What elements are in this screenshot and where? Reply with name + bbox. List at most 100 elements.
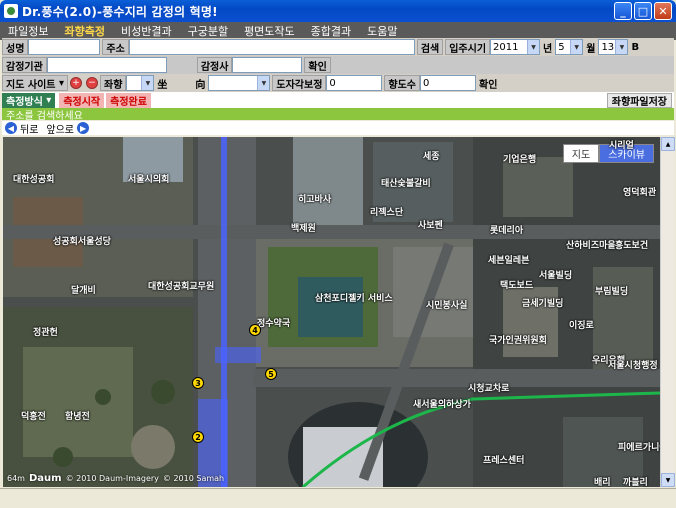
map-label: 피에르가니에르 (618, 443, 660, 453)
maximize-button[interactable]: □ (634, 2, 652, 20)
status-bar (0, 488, 676, 508)
back-link[interactable]: 뒤로 (20, 121, 38, 136)
marker-5[interactable]: 5 (265, 368, 277, 380)
search-button[interactable]: 검색 (416, 39, 444, 55)
map-label: 태산숯불갈비 (381, 179, 431, 189)
map-label: 산하비즈마을 (566, 241, 616, 251)
map-label: 영덕회관 (623, 188, 657, 198)
daum-logo: Daum (28, 473, 62, 484)
map-label: 정수약국 (257, 319, 291, 329)
map-label: 이징로 (569, 321, 594, 331)
menu-help[interactable]: 도움말 (367, 23, 397, 39)
marker-2[interactable]: 2 (192, 431, 204, 443)
zoom-out-icon[interactable]: − (86, 77, 98, 89)
map-label: 국가인권위원회 (489, 336, 547, 346)
map-label: 롯데리아 (490, 226, 524, 236)
menu-flying-star[interactable]: 비성반결과 (121, 23, 172, 39)
map-label: 새서울의하상가 (413, 400, 471, 410)
map-label: 시리얼 (609, 141, 634, 151)
confirm-toolbar-button[interactable]: 확인 (476, 76, 500, 91)
search-hint: 주소를 검색하세요 (2, 108, 674, 122)
map-label: 프레스센터 (483, 456, 525, 466)
map-label: 덕홍전 (21, 412, 46, 422)
map-type-map-button[interactable]: 지도 (562, 144, 600, 163)
xiang-select[interactable]: ▼ (208, 75, 271, 91)
map-copyright: 64m Daum © 2010 Daum-Imagery © 2010 Sama… (7, 473, 224, 484)
title-bar: Dr.풍수(2.0)-풍수지리 감정의 혁명! _ □ ✕ (0, 0, 676, 22)
map-label: 택도보드 (500, 281, 534, 291)
forward-arrow-icon[interactable]: ▶ (77, 122, 90, 134)
map-imagery (3, 137, 660, 487)
map-label: 사보펜 (418, 221, 443, 231)
name-label: 성명 (2, 39, 29, 55)
map-label: 정관헌 (33, 328, 58, 338)
xiang-label: 向 (195, 79, 206, 91)
scroll-down-icon[interactable]: ▼ (661, 473, 675, 487)
agency-input[interactable] (46, 57, 167, 73)
map-label: 부림빌딩 (595, 287, 629, 297)
month-select[interactable]: 5 ▼ (555, 39, 584, 55)
confirm-button[interactable]: 확인 (304, 57, 331, 73)
map-label: 서울시의회 (128, 175, 170, 185)
copyright-text-2: © 2010 Samah (162, 474, 225, 483)
map-label: 서울시청행정 (608, 361, 658, 371)
save-facing-file-button[interactable]: 좌향파일저장 (606, 92, 672, 108)
b-label: B (631, 41, 640, 53)
menu-floor-plan[interactable]: 평면도작도 (244, 23, 295, 39)
count-input[interactable]: 0 (420, 75, 477, 91)
map-label: 성공회서울성당 (53, 237, 111, 247)
app-icon (4, 4, 18, 18)
year-unit: 년 (543, 43, 553, 55)
scroll-up-icon[interactable]: ▲ (661, 137, 675, 151)
window-title: Dr.풍수(2.0)-풍수지리 감정의 혁명! (22, 4, 218, 19)
map-label: 달개비 (71, 286, 96, 296)
map-label: 대한성공회 (13, 175, 55, 185)
map-label: 까블리 (623, 478, 648, 487)
map-site-button[interactable]: 지도 사이트 ▾ (2, 75, 68, 91)
map-label: 세븐일레븐 (488, 256, 530, 266)
map-label: 세종 (423, 152, 440, 162)
map-label: 서울빌딩 (539, 271, 573, 281)
menu-nine-palace[interactable]: 구궁분할 (188, 23, 228, 39)
appraiser-label: 감정사 (196, 57, 233, 73)
zuo-label: 坐 (157, 79, 168, 91)
form-row-1: 성명 주소 검색 입주시기 2011 ▼ 년 5 ▼ 월 13 ▼ B (2, 38, 674, 56)
year-select[interactable]: 2011 ▼ (490, 39, 541, 55)
map-label: 삼천포디젤키 서비스 (315, 294, 393, 304)
magnetic-input[interactable]: 0 (326, 75, 383, 91)
address-input[interactable] (128, 39, 415, 55)
address-label: 주소 (102, 39, 129, 55)
marker-4[interactable]: 4 (249, 324, 261, 336)
measure-method-tab[interactable]: 측정방식 ▾ (2, 92, 56, 108)
nav-bar: ◀ 뒤로 앞으로 ▶ (2, 121, 674, 136)
map-label: 히고바사 (298, 195, 332, 205)
map-scale: 64m (7, 474, 25, 483)
close-button[interactable]: ✕ (654, 2, 672, 20)
map-label: 시청교차로 (468, 384, 510, 394)
marker-3[interactable]: 3 (192, 377, 204, 389)
satellite-map[interactable]: 지도 스카이뷰 대한성공회 서울시의회 성공회서울성당 달개비 대한성공회교무원… (3, 137, 660, 487)
appraiser-input[interactable] (232, 57, 303, 73)
menu-file-info[interactable]: 파일정보 (8, 23, 48, 39)
map-scrollbar[interactable]: ▲ ▼ (660, 137, 675, 487)
map-label: 금세기빌딩 (522, 299, 564, 309)
zoom-in-icon[interactable]: + (70, 77, 82, 89)
name-input[interactable] (28, 39, 101, 55)
measure-start-tab[interactable]: 측정시작 (59, 92, 105, 108)
form-row-2: 감정기관 감정사 확인 (2, 56, 674, 74)
back-arrow-icon[interactable]: ◀ (5, 122, 17, 134)
measure-done-tab[interactable]: 측정완료 (106, 92, 151, 108)
map-label: 시민봉사실 (426, 301, 468, 311)
forward-link[interactable]: 앞으로 (46, 121, 74, 136)
menu-summary[interactable]: 종합결과 (311, 23, 351, 39)
menu-facing-measure[interactable]: 좌향측정 (64, 23, 104, 39)
count-label: 향도수 (384, 75, 421, 91)
magnetic-label: 도자각보정 (272, 75, 327, 91)
facing-select[interactable]: ▼ (126, 75, 155, 91)
minimize-button[interactable]: _ (614, 2, 632, 20)
day-select[interactable]: 13 ▼ (598, 39, 629, 55)
facing-label: 좌향 (100, 75, 127, 91)
map-label: 배리 (594, 478, 611, 487)
move-date-label: 입주시기 (445, 39, 491, 55)
map-label: 백제원 (291, 224, 316, 234)
